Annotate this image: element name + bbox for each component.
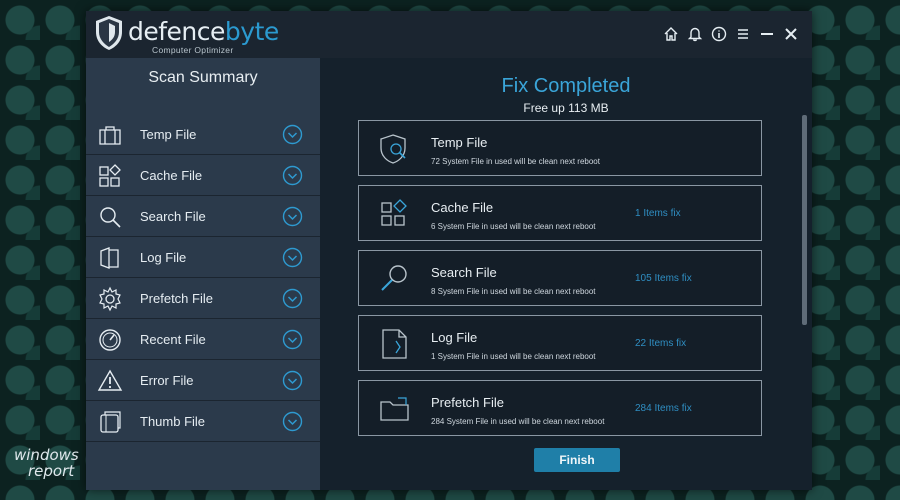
card-description: 72 System File in used will be clean nex… bbox=[431, 157, 600, 166]
card-title: Prefetch File bbox=[431, 395, 504, 410]
check-circle-icon bbox=[282, 165, 303, 186]
window-controls bbox=[662, 25, 800, 43]
title-bar: defencebyte Computer Optimizer bbox=[86, 11, 812, 58]
check-circle-icon bbox=[282, 247, 303, 268]
warning-icon bbox=[97, 369, 123, 391]
folder-icon bbox=[380, 397, 409, 421]
brand-part1: defence bbox=[128, 17, 225, 46]
card-items-fixed: 284 Items fix bbox=[635, 403, 692, 414]
sidebar-item-error-file[interactable]: Error File bbox=[86, 361, 320, 401]
grid-icon bbox=[381, 199, 407, 226]
card-title: Temp File bbox=[431, 135, 488, 150]
result-card-prefetch-file: Prefetch File 284 System File in used wi… bbox=[358, 380, 762, 436]
watermark-line1: windows bbox=[14, 446, 79, 464]
brand-name: defencebyte bbox=[128, 17, 279, 46]
minimize-icon[interactable] bbox=[758, 25, 776, 43]
sidebar-item-log-file[interactable]: Log File bbox=[86, 238, 320, 278]
card-description: 6 System File in used will be clean next… bbox=[431, 222, 596, 231]
brand-tagline: Computer Optimizer bbox=[152, 45, 234, 55]
scan-summary-sidebar: Scan Summary Temp File Cache File Search… bbox=[86, 58, 320, 490]
watermark-line2: report bbox=[28, 462, 75, 480]
sidebar-item-label: Recent File bbox=[140, 332, 206, 347]
card-title: Log File bbox=[431, 330, 478, 345]
results-scrollbar[interactable] bbox=[802, 115, 807, 325]
home-icon[interactable] bbox=[662, 25, 680, 43]
magnifier-icon bbox=[100, 207, 121, 228]
sidebar-item-label: Thumb File bbox=[140, 414, 206, 429]
finish-button[interactable]: Finish bbox=[534, 448, 620, 472]
check-circle-icon bbox=[282, 329, 303, 350]
card-items-fixed: 22 Items fix bbox=[635, 338, 687, 349]
page-title: Fix Completed bbox=[501, 75, 631, 97]
check-circle-icon bbox=[282, 206, 303, 227]
sidebar-item-temp-file[interactable]: Temp File bbox=[86, 115, 320, 155]
shield-logo-icon bbox=[96, 16, 122, 50]
result-card-search-file: Search File 8 System File in used will b… bbox=[358, 250, 762, 306]
app-logo: defencebyte Computer Optimizer bbox=[94, 14, 284, 56]
card-title: Search File bbox=[431, 265, 497, 280]
check-circle-icon bbox=[282, 370, 303, 391]
card-title: Cache File bbox=[431, 200, 494, 215]
sidebar-item-label: Log File bbox=[140, 250, 187, 265]
clock-icon bbox=[99, 329, 121, 351]
sidebar-item-thumb-file[interactable]: Thumb File bbox=[86, 402, 320, 442]
sidebar-item-label: Prefetch File bbox=[140, 291, 213, 306]
sidebar-item-label: Cache File bbox=[140, 168, 203, 183]
result-card-temp-file: Temp File 72 System File in used will be… bbox=[358, 120, 762, 176]
sidebar-item-search-file[interactable]: Search File bbox=[86, 197, 320, 237]
log-icon bbox=[100, 247, 119, 269]
sidebar-item-prefetch-file[interactable]: Prefetch File bbox=[86, 279, 320, 319]
sidebar-item-recent-file[interactable]: Recent File bbox=[86, 320, 320, 360]
sidebar-item-label: Search File bbox=[140, 209, 206, 224]
document-icon bbox=[382, 329, 407, 359]
sidebar-item-cache-file[interactable]: Cache File bbox=[86, 156, 320, 196]
brand-part2: byte bbox=[224, 17, 279, 46]
info-icon[interactable] bbox=[710, 25, 728, 43]
close-icon[interactable] bbox=[782, 25, 800, 43]
shield-search-icon bbox=[380, 134, 406, 164]
thumb-icon bbox=[100, 411, 121, 433]
windows-report-watermark: windows report bbox=[14, 447, 79, 479]
sidebar-item-label: Error File bbox=[140, 373, 194, 388]
magnifier-icon bbox=[381, 265, 407, 291]
card-items-fixed: 105 Items fix bbox=[635, 273, 692, 284]
bell-icon[interactable] bbox=[686, 25, 704, 43]
briefcase-icon bbox=[99, 126, 121, 145]
card-description: 1 System File in used will be clean next… bbox=[431, 352, 596, 361]
card-description: 284 System File in used will be clean ne… bbox=[431, 417, 605, 426]
card-description: 8 System File in used will be clean next… bbox=[431, 287, 596, 296]
check-circle-icon bbox=[282, 124, 303, 145]
result-card-cache-file: Cache File 6 System File in used will be… bbox=[358, 185, 762, 241]
grid-icon bbox=[99, 164, 121, 187]
check-circle-icon bbox=[282, 411, 303, 432]
freed-space-text: Free up 113 MB bbox=[523, 101, 609, 115]
menu-icon[interactable] bbox=[734, 25, 752, 43]
check-circle-icon bbox=[282, 288, 303, 309]
gear-icon bbox=[99, 286, 121, 312]
result-card-log-file: Log File 1 System File in used will be c… bbox=[358, 315, 762, 371]
sidebar-item-label: Temp File bbox=[140, 127, 197, 142]
app-window: defencebyte Computer Optimizer Scan Summ… bbox=[86, 11, 812, 490]
card-items-fixed: 1 Items fix bbox=[635, 208, 681, 219]
results-panel: Fix Completed Free up 113 MB Temp File 7… bbox=[320, 58, 812, 490]
sidebar-title: Scan Summary bbox=[148, 69, 258, 86]
